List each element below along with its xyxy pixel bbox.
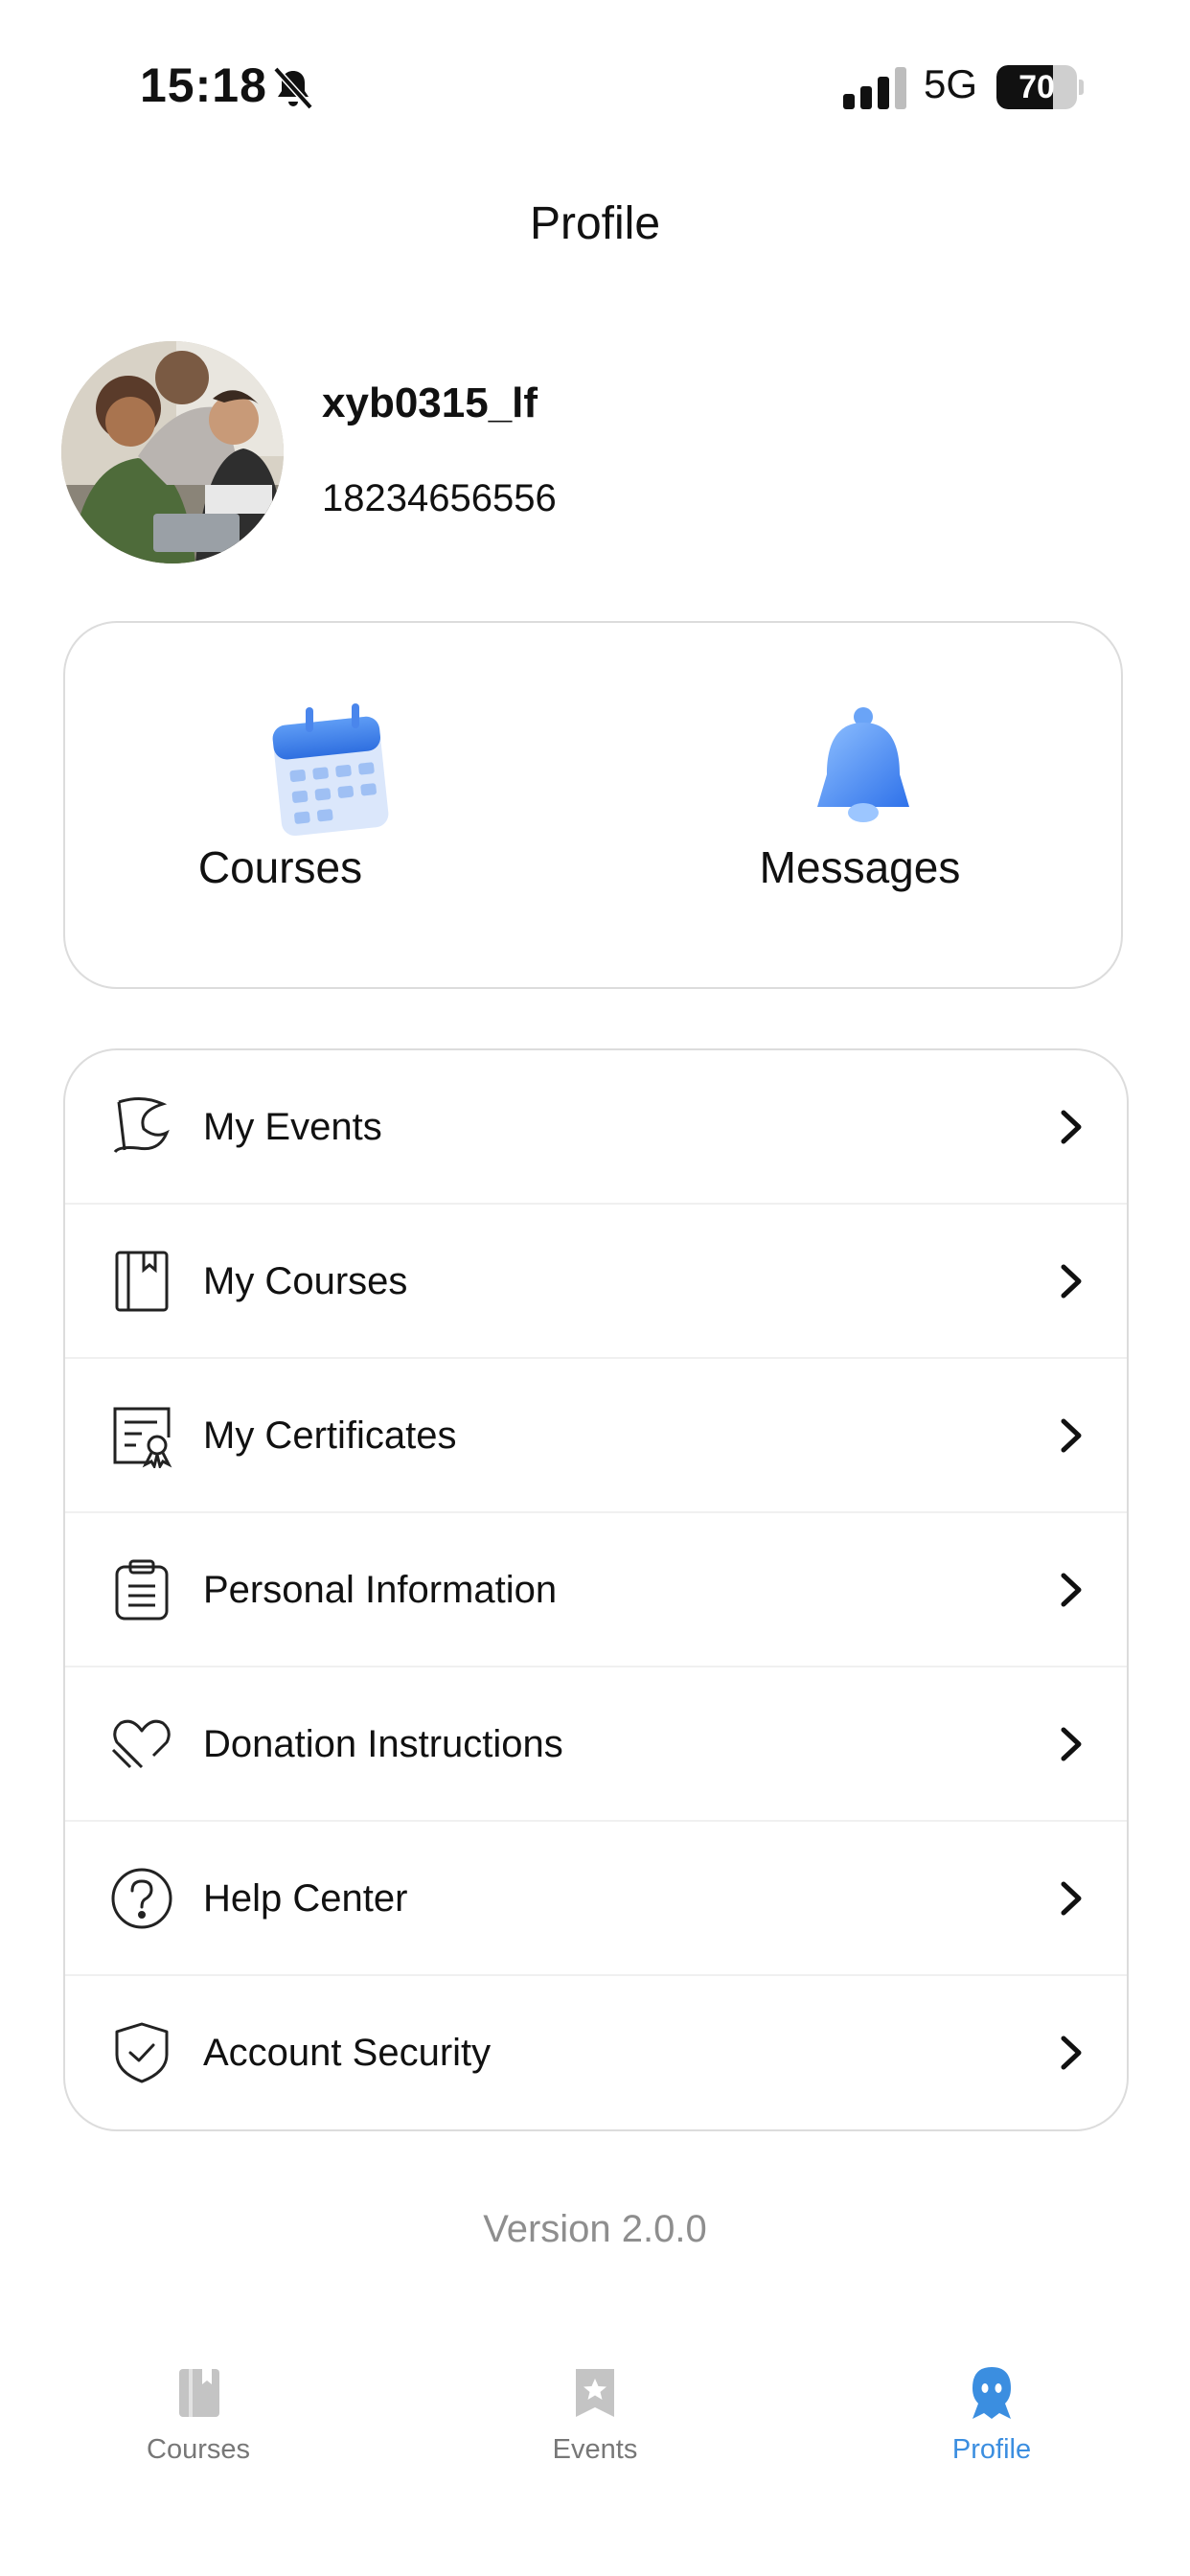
clipboard-icon [115, 1559, 169, 1621]
app-version: Version 2.0.0 [483, 2208, 707, 2250]
phone-number: 18234656556 [322, 477, 557, 519]
username: xyb0315_lf [322, 380, 538, 426]
menu-list: My Events My Courses My Certificates Per… [63, 1048, 1129, 2131]
status-time: 15:18 [140, 58, 267, 112]
tab-events[interactable]: Events [499, 2338, 691, 2472]
menu-item-label: My Certificates [203, 1414, 457, 1457]
menu-item-personal-information[interactable]: Personal Information [65, 1513, 1127, 1668]
chevron-right-icon [1061, 2036, 1082, 2070]
question-icon [111, 1868, 172, 1929]
tab-label: Events [552, 2434, 638, 2465]
menu-item-label: My Events [203, 1106, 382, 1148]
certificate-icon [113, 1407, 172, 1468]
menu-item-label: My Courses [203, 1260, 408, 1302]
menu-item-account-security[interactable]: Account Security [65, 1976, 1127, 2129]
person-icon [973, 2367, 1011, 2419]
book-icon [179, 2369, 219, 2417]
avatar-photo [61, 341, 284, 564]
messages-shortcut[interactable]: Messages [595, 623, 1125, 991]
network-type: 5G [924, 61, 978, 106]
heart-hand-icon [111, 1719, 171, 1769]
menu-item-label: Help Center [203, 1877, 408, 1920]
status-bar: 15:18 5G 70 [0, 0, 1190, 172]
menu-item-help-center[interactable]: Help Center [65, 1822, 1127, 1976]
tab-profile[interactable]: Profile [896, 2338, 1087, 2472]
bell-muted-icon [273, 66, 313, 110]
chevron-right-icon [1061, 1264, 1082, 1299]
star-bookmark-icon [576, 2369, 614, 2417]
courses-shortcut[interactable]: Courses [65, 623, 595, 991]
tab-label: Courses [147, 2434, 250, 2465]
book-icon [115, 1251, 169, 1312]
menu-item-my-certificates[interactable]: My Certificates [65, 1359, 1127, 1513]
menu-item-donation-instructions[interactable]: Donation Instructions [65, 1668, 1127, 1822]
tab-courses[interactable]: Courses [103, 2338, 294, 2472]
shield-check-icon [115, 2022, 169, 2083]
chevron-right-icon [1061, 1881, 1082, 1916]
page-title: Profile [529, 198, 661, 249]
tab-bar: Courses Events Profile [0, 2338, 1190, 2576]
signal-icon [843, 67, 906, 109]
chevron-right-icon [1061, 1418, 1082, 1453]
courses-shortcut-label: Courses [197, 842, 363, 892]
flag-icon [113, 1097, 170, 1153]
menu-item-my-courses[interactable]: My Courses [65, 1205, 1127, 1359]
menu-item-label: Account Security [203, 2032, 492, 2074]
messages-shortcut-label: Messages [759, 842, 961, 892]
avatar[interactable] [61, 341, 284, 564]
menu-item-label: Personal Information [203, 1569, 558, 1611]
bell-icon [816, 707, 909, 822]
chevron-right-icon [1061, 1573, 1082, 1607]
chevron-right-icon [1061, 1727, 1082, 1761]
chevron-right-icon [1061, 1110, 1082, 1144]
quick-actions-card: Courses Messages [63, 621, 1123, 989]
menu-item-label: Donation Instructions [203, 1723, 563, 1765]
calendar-icon [272, 703, 389, 837]
battery-indicator: 70 [996, 65, 1085, 109]
battery-level: 70 [1018, 69, 1055, 105]
tab-label: Profile [951, 2434, 1032, 2465]
menu-item-my-events[interactable]: My Events [65, 1050, 1127, 1205]
